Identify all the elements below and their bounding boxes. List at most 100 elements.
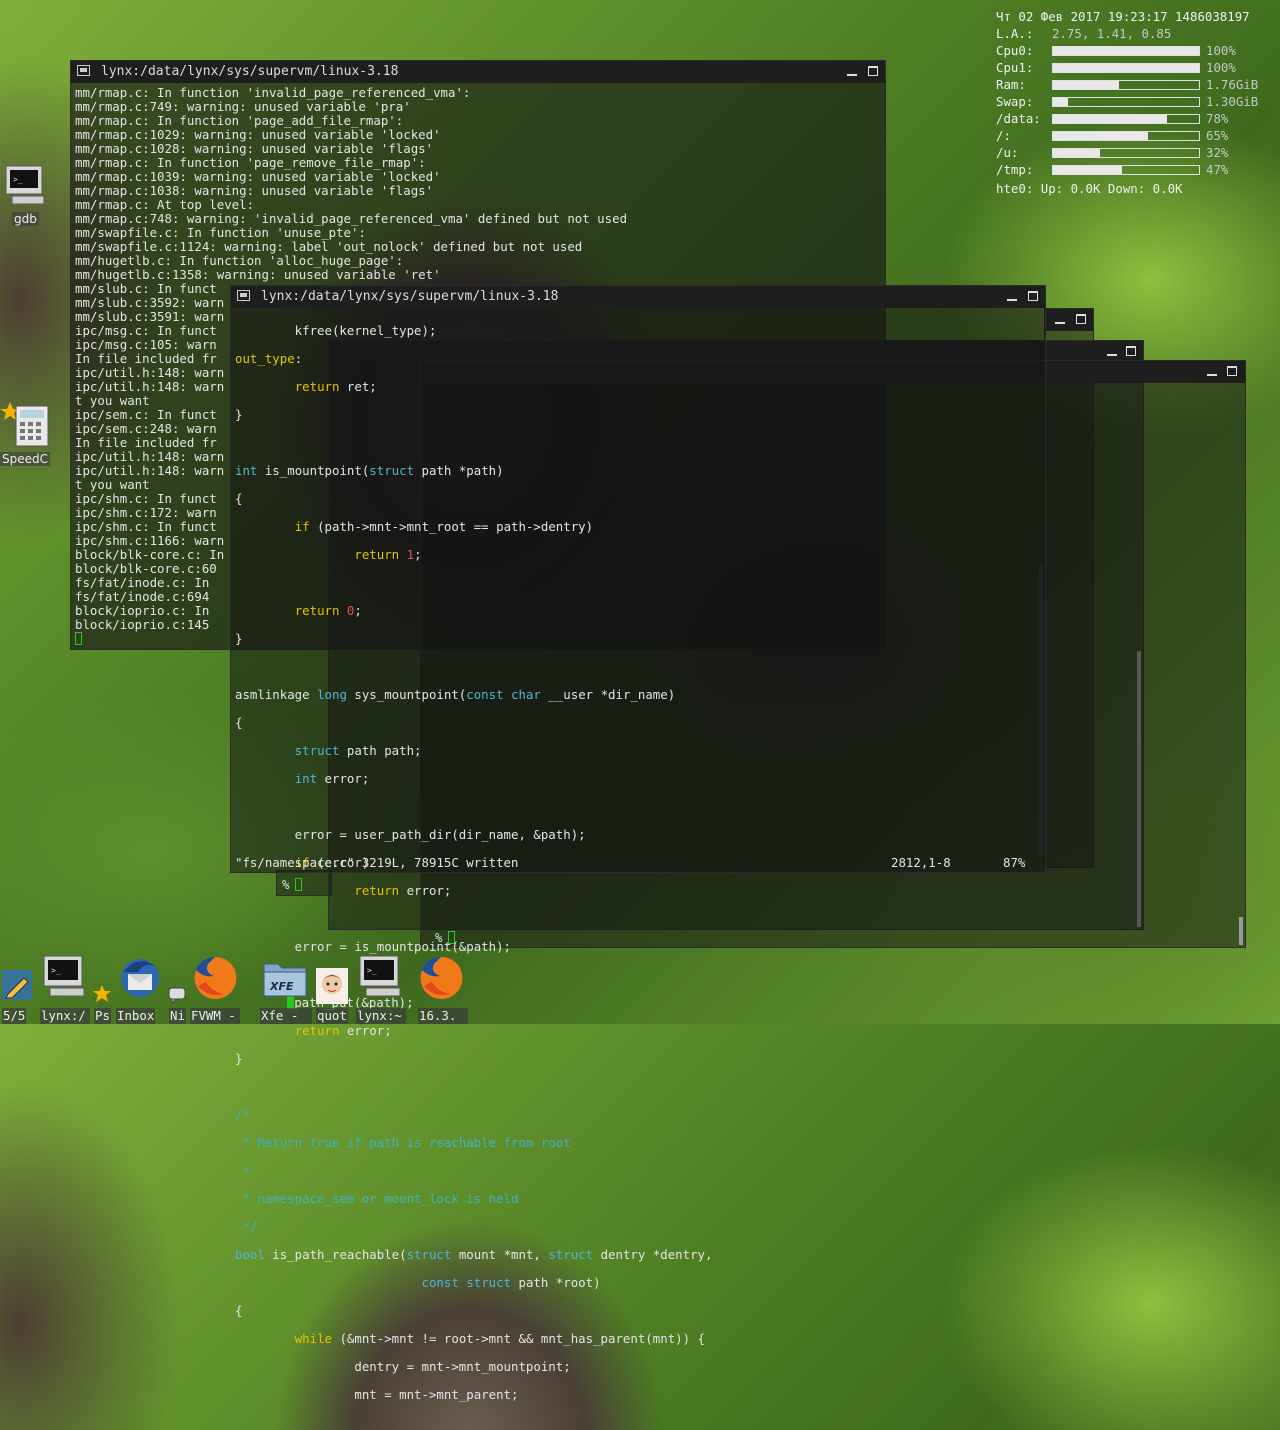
meter-value: 1.30GiB	[1206, 94, 1259, 109]
terminal-line: fs/fat/inode.c: In	[75, 575, 210, 590]
terminal-prompt[interactable]	[75, 632, 82, 646]
meter-label: Cpu0:	[996, 43, 1034, 58]
terminal-line: block/ioprio.c: In	[75, 603, 210, 618]
thunderbird-icon	[121, 959, 159, 997]
maximize-button[interactable]	[1227, 366, 1237, 376]
terminal-line: mm/rmap.c:1038: warning: unused variable…	[75, 183, 434, 198]
terminal-line: mm/rmap.c: At top level:	[75, 197, 255, 212]
taskbar-item-label: FVWM -	[190, 1008, 240, 1024]
vim-status-percent: 87%	[1003, 855, 1026, 870]
terminal-line: block/blk-core.c: In	[75, 547, 225, 562]
icon-label: SpeedC	[0, 452, 50, 466]
terminal-line: In file included fr	[75, 435, 217, 450]
taskbar-item-ni[interactable]: Ni	[168, 952, 188, 1024]
terminal-line: mm/rmap.c: In function 'page_add_file_rm…	[75, 113, 404, 128]
chat-icon	[168, 987, 186, 1004]
meter-label: /u:	[996, 145, 1019, 160]
taskbar-item-quote[interactable]: quot	[314, 952, 352, 1024]
meter-bar	[1052, 46, 1200, 56]
terminal-line: fs/fat/inode.c:694	[75, 589, 210, 604]
svg-text:>_: >_	[51, 966, 61, 975]
meter-fill	[1053, 115, 1167, 123]
meter-fill	[1053, 132, 1148, 140]
terminal-line: ipc/sem.c: In funct	[75, 407, 217, 422]
load-label: L.A.:	[996, 26, 1034, 41]
calculator-icon	[0, 402, 49, 447]
meter-value: 78%	[1206, 111, 1229, 126]
firefox-icon	[420, 956, 463, 999]
desktop-icon-speedcrunch[interactable]: SpeedC	[0, 400, 52, 470]
desktop-icon-gdb[interactable]: >_ gdb	[2, 160, 50, 230]
terminal-line: mm/slub.c:3592: warn	[75, 295, 225, 310]
taskbar-item-ps[interactable]: Ps	[92, 952, 112, 1024]
terminal-line: mm/rmap.c:749: warning: unused variable …	[75, 99, 411, 114]
minimize-button[interactable]	[1207, 366, 1217, 376]
meter-fill	[1053, 149, 1100, 157]
computer-icon: >_	[43, 955, 85, 997]
terminal-icon	[237, 290, 250, 301]
maximize-button[interactable]	[1126, 346, 1136, 356]
terminal-line: t you want	[75, 477, 150, 492]
scrollbar[interactable]	[1239, 917, 1243, 945]
icon-label: gdb	[12, 212, 39, 226]
minimize-button[interactable]	[1007, 291, 1017, 301]
datetime: Чт 02 Фев 2017 19:23:17 1486038197	[996, 9, 1250, 24]
titlebar[interactable]	[1045, 309, 1093, 331]
pencil-icon	[2, 970, 32, 1000]
taskbar-item-label: 16.3.	[418, 1008, 468, 1024]
terminal-line: ipc/util.h:148: warn	[75, 365, 225, 380]
minimize-button[interactable]	[1055, 314, 1065, 324]
terminal-output-top: mm/rmap.c: In function 'invalid_page_ref…	[75, 86, 627, 282]
terminal-line: mm/rmap.c:1039: warning: unused variable…	[75, 169, 441, 184]
terminal-line: mm/swapfile.c: In function 'unuse_pte':	[75, 225, 366, 240]
taskbar-item-label: Xfe -	[260, 1008, 312, 1024]
vim-status-file: "fs/namespace.c" 3219L, 78915C written	[235, 855, 519, 870]
taskbar-item-xfe[interactable]: XFE Xfe -	[258, 952, 312, 1024]
taskbar-item-label: Inbox	[116, 1008, 156, 1024]
meter-bar	[1052, 97, 1200, 107]
minimize-button[interactable]	[1107, 346, 1117, 356]
terminal-line: ipc/msg.c: In funct	[75, 323, 217, 338]
titlebar[interactable]: lynx:/data/lynx/sys/supervm/linux-3.18	[71, 61, 885, 83]
taskbar-item-thunderbird[interactable]: Inbox	[114, 952, 166, 1024]
terminal-line: ipc/util.h:148: warn	[75, 449, 225, 464]
minimize-button[interactable]	[847, 66, 857, 76]
meter-fill	[1053, 166, 1122, 174]
terminal-line: mm/hugetlb.c: In function 'alloc_huge_pa…	[75, 253, 404, 268]
meter-value: 32%	[1206, 145, 1229, 160]
terminal-line: mm/rmap.c:748: warning: 'invalid_page_re…	[75, 211, 628, 226]
taskbar-item-terminal-2[interactable]: >_ lynx:~	[354, 952, 406, 1024]
titlebar[interactable]: lynx:/data/lynx/sys/supervm/linux-3.18	[231, 286, 1045, 308]
vim-editor[interactable]: kfree(kernel_type); out_type: return ret…	[235, 310, 712, 1430]
maximize-button[interactable]	[868, 66, 878, 76]
svg-text:>_: >_	[367, 966, 377, 975]
maximize-button[interactable]	[1076, 314, 1086, 324]
meter-bar	[1052, 165, 1200, 175]
taskbar-item-firefox-2[interactable]: 16.3.	[416, 952, 468, 1024]
meter-label: /data:	[996, 111, 1041, 126]
taskbar-item-firefox[interactable]: FVWM -	[190, 952, 240, 1024]
meter-label: Cpu1:	[996, 60, 1034, 75]
avatar-icon	[316, 968, 348, 1004]
meter-label: /tmp:	[996, 162, 1034, 177]
system-monitor: Чт 02 Фев 2017 19:23:17 1486038197 L.A.:…	[996, 9, 1280, 196]
meter-value: 100%	[1206, 43, 1236, 58]
pager[interactable]: 5/5	[0, 952, 36, 1024]
maximize-button[interactable]	[1028, 291, 1038, 301]
terminal-line: ipc/shm.c:1166: warn	[75, 533, 225, 548]
taskbar-item-label: lynx:~	[356, 1008, 406, 1024]
terminal-line: ipc/util.h:148: warn	[75, 379, 225, 394]
taskbar-item-label: lynx:/	[40, 1008, 90, 1024]
terminal-line: mm/hugetlb.c:1358: warning: unused varia…	[75, 267, 441, 282]
terminal-window-vim[interactable]: lynx:/data/lynx/sys/supervm/linux-3.18 k…	[230, 285, 1046, 1402]
taskbar-item-label: Ps	[94, 1008, 111, 1024]
cursor	[75, 632, 82, 645]
network-stats: hte0: Up: 0.0K Down: 0.0K	[996, 181, 1183, 196]
terminal-line: mm/slub.c: In funct	[75, 281, 217, 296]
star-icon	[93, 985, 111, 1002]
terminal-line: mm/slub.c:3591: warn	[75, 309, 225, 324]
taskbar-item-terminal[interactable]: >_ lynx:/	[38, 952, 90, 1024]
svg-text:>_: >_	[13, 175, 23, 184]
terminal-line: block/blk-core.c:60	[75, 561, 217, 576]
terminal-line: block/ioprio.c:145	[75, 617, 210, 632]
